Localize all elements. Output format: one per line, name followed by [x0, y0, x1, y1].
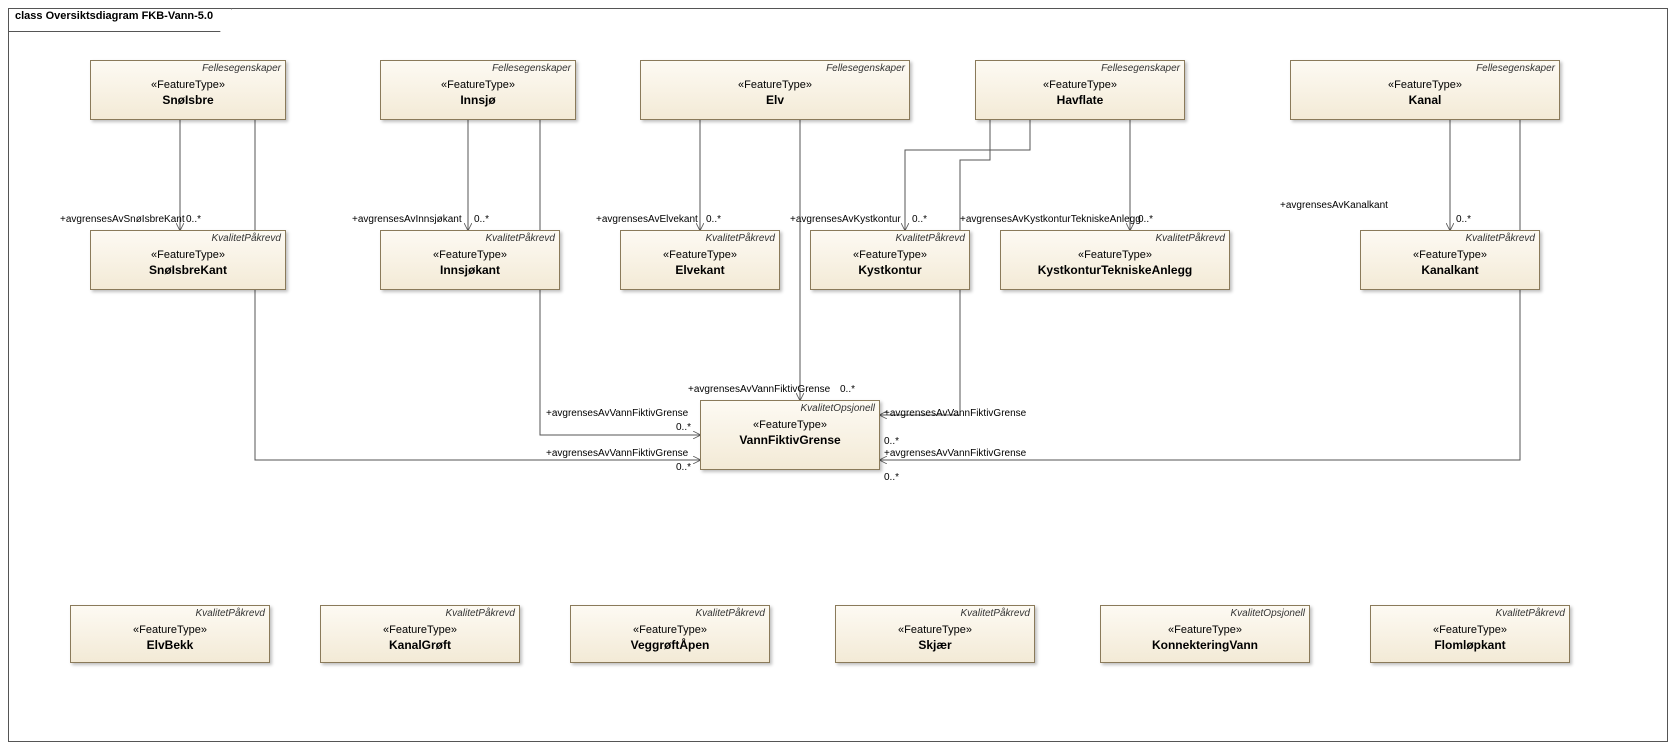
class-snoisbre[interactable]: Fellesegenskaper «FeatureType» SnøIsbre: [90, 60, 286, 120]
role-kystkontur: +avgrensesAvKystkontur: [790, 214, 901, 225]
class-name: Kanal: [1291, 93, 1559, 107]
class-innsjo[interactable]: Fellesegenskaper «FeatureType» Innsjø: [380, 60, 576, 120]
mult-fiktiv-right1: 0..*: [884, 436, 899, 447]
class-kanalgroft[interactable]: KvalitetPåkrevd «FeatureType» KanalGrøft: [320, 605, 520, 663]
class-name: Flomløpkant: [1371, 638, 1569, 652]
class-kanal[interactable]: Fellesegenskaper «FeatureType» Kanal: [1290, 60, 1560, 120]
tag-felles: Fellesegenskaper: [826, 63, 905, 74]
stereotype: «FeatureType»: [811, 249, 969, 261]
tag-felles: Fellesegenskaper: [1101, 63, 1180, 74]
class-name: Skjær: [836, 638, 1034, 652]
class-name: VannFiktivGrense: [701, 433, 879, 447]
tag-pakrevd: KvalitetPåkrevd: [1496, 608, 1565, 619]
mult-fiktiv-left1: 0..*: [676, 422, 691, 433]
tag-pakrevd: KvalitetPåkrevd: [896, 233, 965, 244]
role-fiktiv-right1: +avgrensesAvVannFiktivGrense: [884, 408, 1026, 419]
mult-elvekant: 0..*: [706, 214, 721, 225]
diagram-title: class Oversiktsdiagram FKB-Vann-5.0: [8, 8, 232, 32]
class-name: Elvekant: [621, 263, 779, 277]
class-kystkontur[interactable]: KvalitetPåkrevd «FeatureType» Kystkontur: [810, 230, 970, 290]
stereotype: «FeatureType»: [321, 624, 519, 636]
class-snoisbrekant[interactable]: KvalitetPåkrevd «FeatureType» SnøIsbreKa…: [90, 230, 286, 290]
role-fiktiv-left1: +avgrensesAvVannFiktivGrense: [546, 408, 688, 419]
class-name: SnøIsbre: [91, 93, 285, 107]
class-kanalkant[interactable]: KvalitetPåkrevd «FeatureType» Kanalkant: [1360, 230, 1540, 290]
mult-fiktiv-right2: 0..*: [884, 472, 899, 483]
tag-opsjonell: KvalitetOpsjonell: [801, 403, 875, 414]
stereotype: «FeatureType»: [1101, 624, 1309, 636]
mult-fiktiv-top: 0..*: [840, 384, 855, 395]
tag-pakrevd: KvalitetPåkrevd: [446, 608, 515, 619]
mult-fiktiv-left2: 0..*: [676, 462, 691, 473]
tag-pakrevd: KvalitetPåkrevd: [696, 608, 765, 619]
class-elv[interactable]: Fellesegenskaper «FeatureType» Elv: [640, 60, 910, 120]
mult-snoisbrekant: 0..*: [186, 214, 201, 225]
stereotype: «FeatureType»: [1361, 249, 1539, 261]
stereotype: «FeatureType»: [71, 624, 269, 636]
role-fiktiv-top: +avgrensesAvVannFiktivGrense: [688, 384, 830, 395]
stereotype: «FeatureType»: [1001, 249, 1229, 261]
stereotype: «FeatureType»: [91, 79, 285, 91]
mult-kanalkant: 0..*: [1456, 214, 1471, 225]
stereotype: «FeatureType»: [91, 249, 285, 261]
stereotype: «FeatureType»: [381, 79, 575, 91]
stereotype: «FeatureType»: [701, 419, 879, 431]
class-elvbekk[interactable]: KvalitetPåkrevd «FeatureType» ElvBekk: [70, 605, 270, 663]
stereotype: «FeatureType»: [381, 249, 559, 261]
class-name: Kystkontur: [811, 263, 969, 277]
role-kysttekn: +avgrensesAvKystkonturTekniskeAnlegg: [960, 214, 1141, 225]
tag-pakrevd: KvalitetPåkrevd: [486, 233, 555, 244]
class-innsjokant[interactable]: KvalitetPåkrevd «FeatureType» Innsjøkant: [380, 230, 560, 290]
role-fiktiv-right2: +avgrensesAvVannFiktivGrense: [884, 448, 1026, 459]
class-vannfiktiv[interactable]: KvalitetOpsjonell «FeatureType» VannFikt…: [700, 400, 880, 470]
mult-kysttekn: 0..*: [1138, 214, 1153, 225]
mult-innsjokant: 0..*: [474, 214, 489, 225]
role-snoisbrekant: +avgrensesAvSnøIsbreKant: [60, 214, 185, 225]
tag-pakrevd: KvalitetPåkrevd: [1466, 233, 1535, 244]
tag-pakrevd: KvalitetPåkrevd: [1156, 233, 1225, 244]
tag-felles: Fellesegenskaper: [492, 63, 571, 74]
tag-pakrevd: KvalitetPåkrevd: [212, 233, 281, 244]
class-name: KanalGrøft: [321, 638, 519, 652]
tag-pakrevd: KvalitetPåkrevd: [196, 608, 265, 619]
class-havflate[interactable]: Fellesegenskaper «FeatureType» Havflate: [975, 60, 1185, 120]
class-name: Innsjø: [381, 93, 575, 107]
tag-pakrevd: KvalitetPåkrevd: [706, 233, 775, 244]
class-name: Kanalkant: [1361, 263, 1539, 277]
class-elvekant[interactable]: KvalitetPåkrevd «FeatureType» Elvekant: [620, 230, 780, 290]
class-name: ElvBekk: [71, 638, 269, 652]
class-flomlopkant[interactable]: KvalitetPåkrevd «FeatureType» Flomløpkan…: [1370, 605, 1570, 663]
stereotype: «FeatureType»: [641, 79, 909, 91]
tag-pakrevd: KvalitetPåkrevd: [961, 608, 1030, 619]
role-elvekant: +avgrensesAvElvekant: [596, 214, 698, 225]
stereotype: «FeatureType»: [621, 249, 779, 261]
role-innsjokant: +avgrensesAvInnsjøkant: [352, 214, 462, 225]
class-konnektering[interactable]: KvalitetOpsjonell «FeatureType» Konnekte…: [1100, 605, 1310, 663]
stereotype: «FeatureType»: [571, 624, 769, 636]
class-name: VeggrøftÅpen: [571, 638, 769, 652]
role-fiktiv-left2: +avgrensesAvVannFiktivGrense: [546, 448, 688, 459]
class-skjaer[interactable]: KvalitetPåkrevd «FeatureType» Skjær: [835, 605, 1035, 663]
class-name: Havflate: [976, 93, 1184, 107]
class-name: Elv: [641, 93, 909, 107]
class-name: KonnekteringVann: [1101, 638, 1309, 652]
tag-felles: Fellesegenskaper: [202, 63, 281, 74]
mult-kystkontur: 0..*: [912, 214, 927, 225]
class-name: SnøIsbreKant: [91, 263, 285, 277]
class-veggroft[interactable]: KvalitetPåkrevd «FeatureType» VeggrøftÅp…: [570, 605, 770, 663]
class-name: Innsjøkant: [381, 263, 559, 277]
tag-opsjonell: KvalitetOpsjonell: [1231, 608, 1305, 619]
class-kysttekn[interactable]: KvalitetPåkrevd «FeatureType» Kystkontur…: [1000, 230, 1230, 290]
stereotype: «FeatureType»: [1291, 79, 1559, 91]
stereotype: «FeatureType»: [1371, 624, 1569, 636]
class-name: KystkonturTekniskeAnlegg: [1001, 263, 1229, 277]
stereotype: «FeatureType»: [836, 624, 1034, 636]
stereotype: «FeatureType»: [976, 79, 1184, 91]
role-kanalkant: +avgrensesAvKanalkant: [1280, 200, 1388, 211]
tag-felles: Fellesegenskaper: [1476, 63, 1555, 74]
